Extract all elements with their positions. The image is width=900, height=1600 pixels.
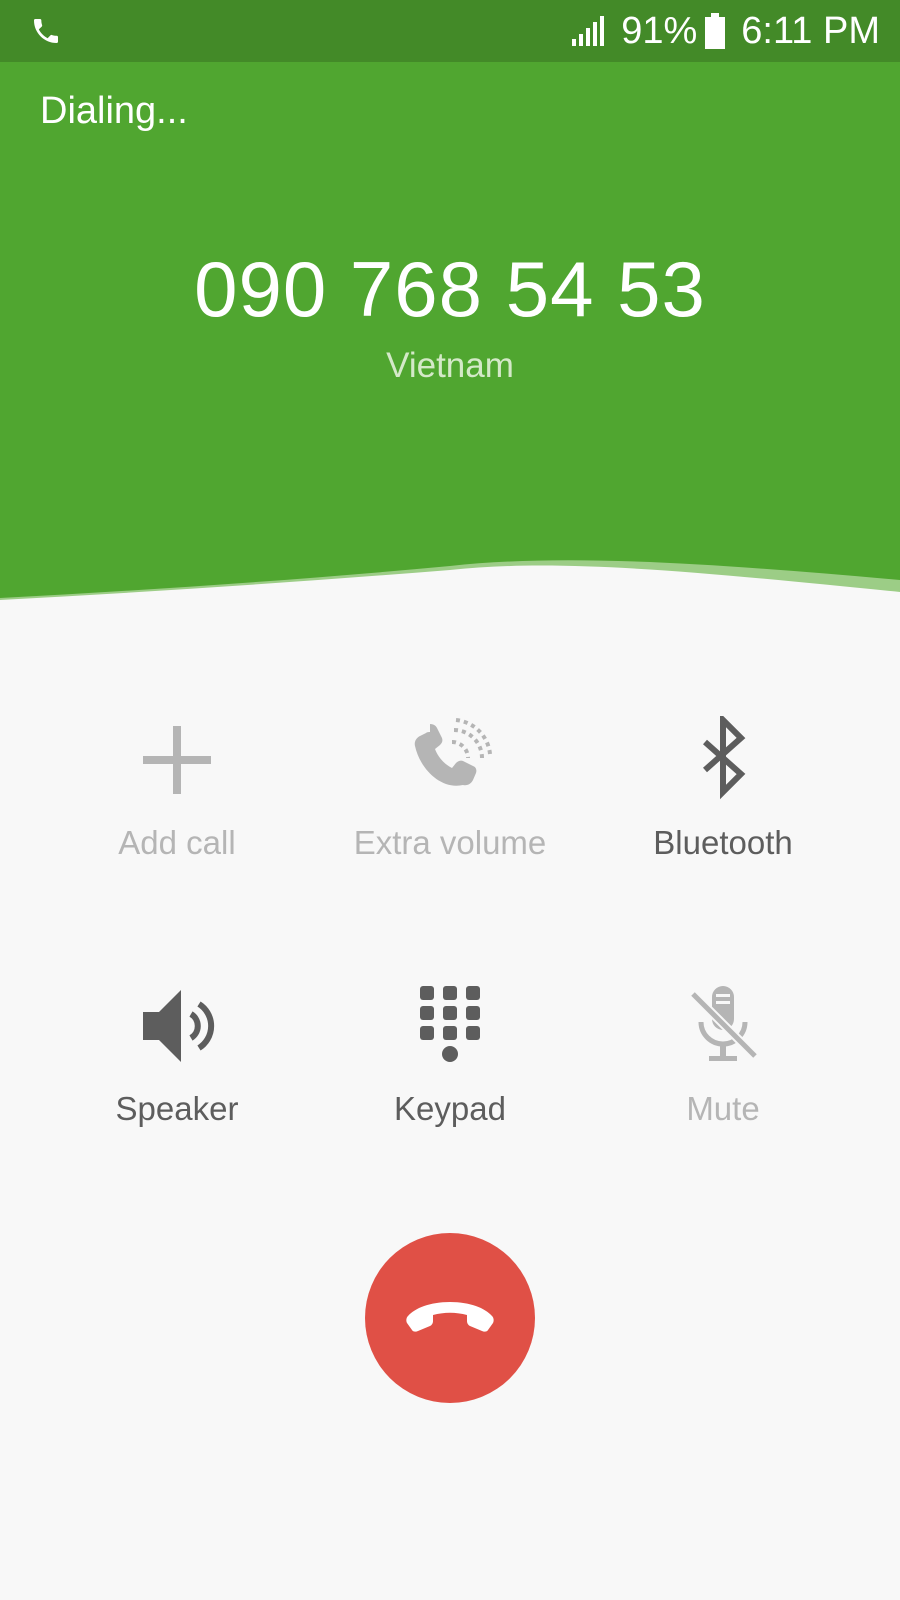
- end-call-icon: [406, 1302, 494, 1332]
- speaker-button[interactable]: Speaker: [37, 982, 317, 1162]
- speaker-label: Speaker: [115, 1090, 239, 1127]
- bluetooth-button[interactable]: Bluetooth: [583, 716, 863, 896]
- extra-volume-icon: [414, 718, 492, 786]
- mute-label: Mute: [686, 1090, 760, 1127]
- status-time: 6:11 PM: [741, 9, 880, 52]
- bluetooth-label: Bluetooth: [653, 824, 793, 861]
- keypad-button[interactable]: Keypad: [310, 982, 590, 1162]
- status-right: 91% 6:11 PM: [571, 0, 880, 62]
- mute-icon: [689, 986, 759, 1061]
- status-bar: 91% 6:11 PM: [0, 0, 900, 62]
- phone-number: 090 768 54 53: [194, 245, 706, 333]
- add-call-label: Add call: [118, 824, 236, 861]
- bluetooth-icon: [703, 716, 746, 800]
- keypad-label: Keypad: [394, 1090, 506, 1127]
- mute-button[interactable]: Mute: [583, 982, 863, 1162]
- extra-volume-label: Extra volume: [353, 824, 547, 861]
- signal-icon: [572, 16, 605, 46]
- battery-percentage: 91%: [621, 9, 698, 52]
- plus-icon: [143, 726, 211, 794]
- battery-icon: [705, 13, 726, 49]
- call-header: Dialing... 090 768 54 53 Vietnam: [0, 62, 900, 600]
- speaker-icon: [143, 990, 215, 1062]
- add-call-button[interactable]: Add call: [37, 716, 317, 896]
- keypad-icon: [420, 986, 480, 1062]
- phone-call-icon: [34, 19, 58, 43]
- end-call-button[interactable]: [365, 1233, 535, 1403]
- extra-volume-button[interactable]: Extra volume: [310, 716, 590, 896]
- call-state-label: Dialing...: [40, 90, 188, 132]
- country-label: Vietnam: [386, 346, 514, 385]
